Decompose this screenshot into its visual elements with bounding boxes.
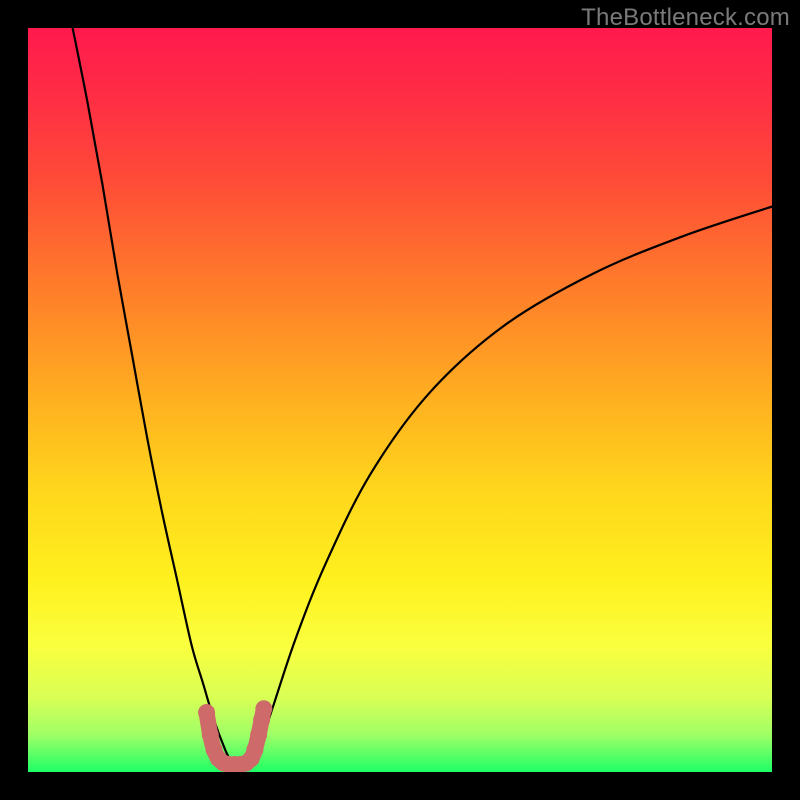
valley-marker-dot — [255, 700, 272, 717]
bottleneck-chart — [28, 28, 772, 772]
valley-marker-dot — [246, 741, 263, 758]
valley-marker-dot — [250, 726, 267, 743]
valley-marker-dot — [198, 704, 215, 721]
chart-frame — [28, 28, 772, 772]
valley-marker-dot — [202, 726, 219, 743]
watermark-text: TheBottleneck.com — [581, 4, 790, 32]
